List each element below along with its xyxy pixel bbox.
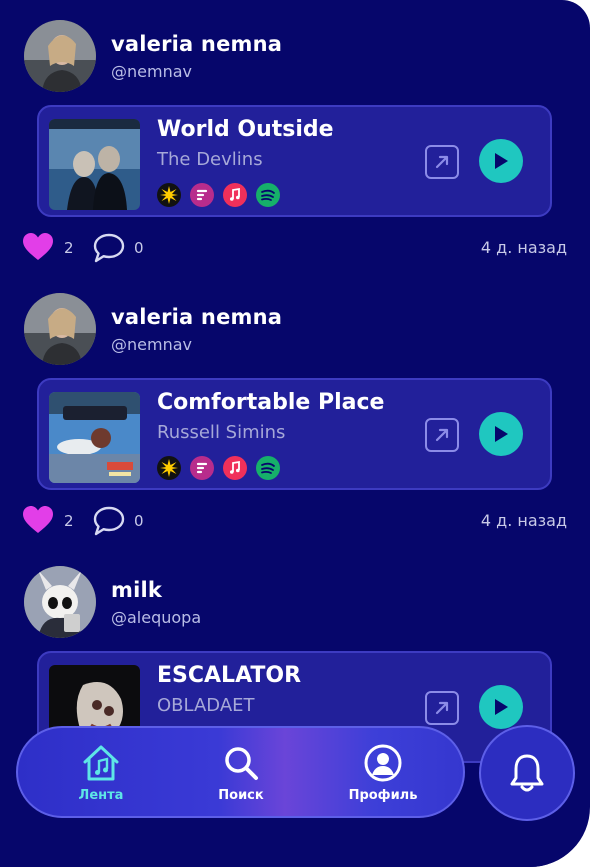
track-title: World Outside <box>157 117 334 142</box>
username[interactable]: valeria nemna <box>111 305 282 329</box>
spotify-icon[interactable] <box>256 456 280 480</box>
speech-bubble-icon <box>93 506 125 536</box>
heart-icon <box>23 506 53 533</box>
album-cover <box>49 119 140 210</box>
user-handle: @nemnav <box>111 335 192 354</box>
like-button[interactable] <box>22 232 54 266</box>
vk-music-icon[interactable] <box>190 183 214 207</box>
like-count: 2 <box>64 239 74 257</box>
username[interactable]: milk <box>111 578 162 602</box>
nav-item-profile[interactable]: Профиль <box>328 742 438 803</box>
user-handle: @nemnav <box>111 62 192 81</box>
comment-count: 0 <box>134 239 144 257</box>
track-artist: The Devlins <box>157 149 263 170</box>
track-card[interactable]: World Outside The Devlins <box>37 105 552 217</box>
open-external-button[interactable] <box>425 691 459 725</box>
post-time: 4 д. назад <box>480 238 567 257</box>
post-actions: 2 0 4 д. назад <box>22 232 567 264</box>
comment-button[interactable] <box>92 505 126 541</box>
post-time: 4 д. назад <box>480 511 567 530</box>
notifications-button[interactable] <box>479 725 575 821</box>
open-external-button[interactable] <box>425 145 459 179</box>
avatar[interactable] <box>24 566 96 638</box>
avatar[interactable] <box>24 293 96 365</box>
album-cover <box>49 392 140 483</box>
apple-music-icon[interactable] <box>223 456 247 480</box>
bottom-fade <box>0 812 590 867</box>
arrow-up-right-icon <box>435 701 449 715</box>
post-actions: 2 0 4 д. назад <box>22 505 567 537</box>
play-icon <box>495 699 508 715</box>
nav-label: Профиль <box>348 788 418 803</box>
comment-count: 0 <box>134 512 144 530</box>
track-artist: OBLADAET <box>157 695 255 716</box>
vk-music-icon[interactable] <box>190 456 214 480</box>
comment-button[interactable] <box>92 232 126 268</box>
nav-item-feed[interactable]: Лента <box>46 742 156 803</box>
play-icon <box>495 153 508 169</box>
yandex-music-icon[interactable] <box>157 183 181 207</box>
nav-label: Поиск <box>218 788 264 803</box>
nav-item-search[interactable]: Поиск <box>186 742 296 803</box>
heart-icon <box>23 233 53 260</box>
user-handle: @alequopa <box>111 608 202 627</box>
track-title: Comfortable Place <box>157 390 385 415</box>
bell-icon <box>510 754 544 792</box>
open-external-button[interactable] <box>425 418 459 452</box>
nav-label: Лента <box>78 788 124 803</box>
bottom-nav-bar: Лента Поиск Профиль <box>16 726 465 818</box>
play-icon <box>495 426 508 442</box>
play-button[interactable] <box>479 412 523 456</box>
play-button[interactable] <box>479 139 523 183</box>
spotify-icon[interactable] <box>256 183 280 207</box>
profile-icon <box>364 744 402 782</box>
track-artist: Russell Simins <box>157 422 286 443</box>
home-music-icon <box>83 745 119 781</box>
track-title: ESCALATOR <box>157 663 302 688</box>
play-button[interactable] <box>479 685 523 729</box>
search-icon <box>225 747 258 780</box>
track-card[interactable]: Comfortable Place Russell Simins <box>37 378 552 490</box>
streaming-services <box>157 456 280 480</box>
apple-music-icon[interactable] <box>223 183 247 207</box>
like-button[interactable] <box>22 505 54 539</box>
speech-bubble-icon <box>93 233 125 263</box>
arrow-up-right-icon <box>435 428 449 442</box>
avatar[interactable] <box>24 20 96 92</box>
arrow-up-right-icon <box>435 155 449 169</box>
like-count: 2 <box>64 512 74 530</box>
feed-screen: valeria nemna @nemnav World Outside The … <box>0 0 590 867</box>
yandex-music-icon[interactable] <box>157 456 181 480</box>
streaming-services <box>157 183 280 207</box>
username[interactable]: valeria nemna <box>111 32 282 56</box>
